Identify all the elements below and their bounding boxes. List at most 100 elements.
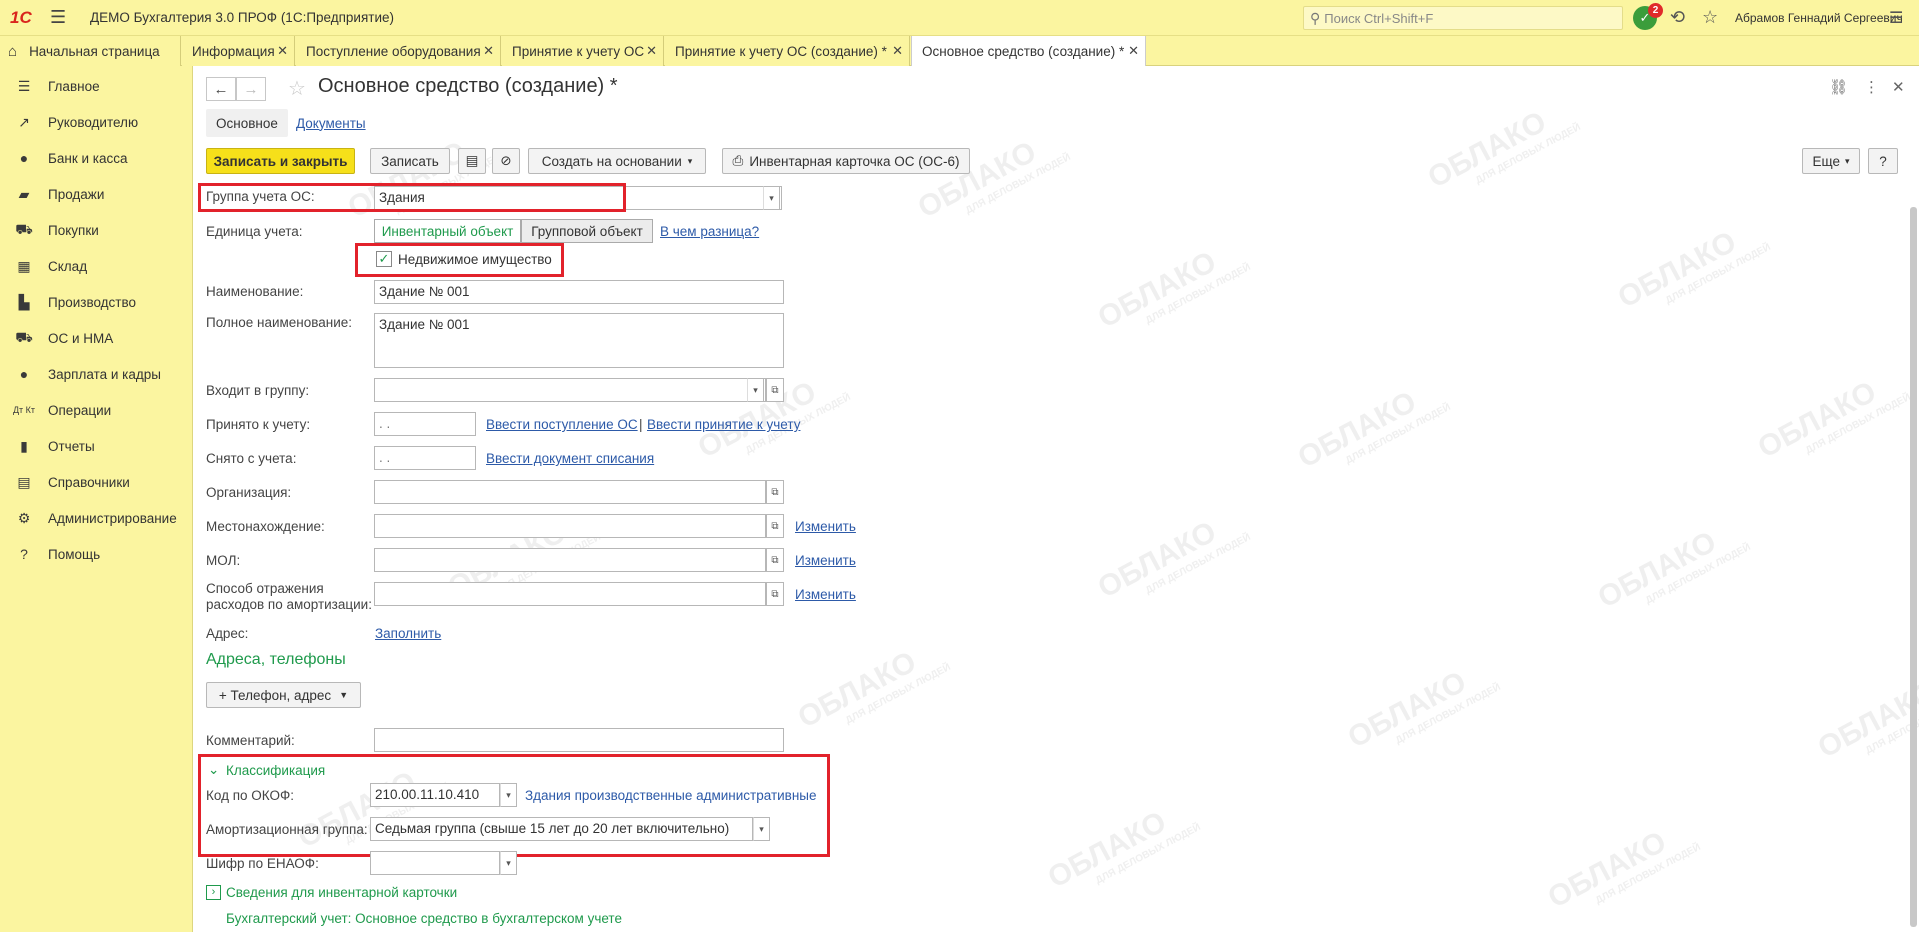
search-input[interactable]: ⚲ Поиск Ctrl+Shift+F — [1303, 6, 1623, 30]
sidebar-item-main[interactable]: ☰ Главное — [0, 71, 193, 101]
enaof-field[interactable] — [370, 851, 500, 875]
classification-title[interactable]: Классификация — [226, 763, 325, 778]
mol-field[interactable] — [374, 548, 766, 572]
close-icon[interactable]: ✕ — [1128, 43, 1139, 59]
close-icon[interactable]: ✕ — [277, 43, 288, 59]
enter-receipt-link[interactable]: Ввести поступление ОС — [486, 417, 638, 432]
close-form-icon[interactable]: ✕ — [1892, 78, 1905, 96]
sidebar-item-admin[interactable]: ⚙ Администрирование — [0, 503, 193, 533]
help-button[interactable]: ? — [1868, 148, 1898, 174]
forward-button[interactable]: → — [236, 77, 266, 101]
sidebar-item-os-nma[interactable]: ⛟ ОС и НМА — [0, 323, 193, 353]
menu-icon[interactable]: ☰ — [50, 7, 72, 28]
tab-fixed-asset-create[interactable]: Основное средство (создание) * ✕ — [911, 36, 1146, 67]
settings-menu-icon[interactable]: ☰ — [1889, 8, 1903, 28]
dropdown-arrow-icon[interactable]: ▾ — [500, 851, 517, 875]
open-icon[interactable]: ⧉ — [766, 548, 784, 572]
name-label: Наименование: — [206, 284, 304, 299]
open-icon[interactable]: ⧉ — [766, 378, 784, 402]
documents-link[interactable]: Документы — [296, 116, 366, 131]
tab-home[interactable]: ⌂ Начальная страница — [0, 36, 181, 66]
collapse-chevron-icon[interactable]: ⌄ — [208, 762, 219, 778]
expand-chevron-icon[interactable]: › — [206, 885, 221, 900]
sidebar-item-production[interactable]: ▙ Производство — [0, 287, 193, 317]
tab-equipment-receipt[interactable]: Поступление оборудования ✕ — [296, 36, 501, 66]
sidebar-item-operations[interactable]: Дт Кт Операции — [0, 395, 193, 425]
tab-os-acceptance[interactable]: Принятие к учету ОС ✕ — [502, 36, 664, 66]
sidebar-item-label: Склад — [48, 258, 88, 274]
history-icon[interactable]: ⟲ — [1670, 7, 1685, 28]
accounting-link[interactable]: Бухгалтерский учет: Основное средство в … — [226, 911, 622, 926]
dropdown-arrow-icon[interactable]: ▾ — [500, 783, 517, 807]
os-group-field[interactable]: Здания — [374, 186, 782, 210]
amortization-method-field[interactable] — [374, 582, 766, 606]
subtab-main[interactable]: Основное — [206, 109, 288, 137]
accepted-date-field[interactable]: . . — [374, 412, 476, 436]
back-button[interactable]: ← — [206, 77, 236, 101]
sidebar-item-warehouse[interactable]: ▦ Склад — [0, 251, 193, 281]
enter-acceptance-link[interactable]: Ввести принятие к учету — [647, 417, 800, 432]
unit-inventory-option[interactable]: Инвентарный объект — [374, 219, 521, 243]
favorites-icon[interactable]: ☆ — [1702, 7, 1718, 28]
okof-description-link[interactable]: Здания производственные административные — [525, 788, 817, 803]
enter-writeoff-link[interactable]: Ввести документ списания — [486, 451, 654, 466]
sidebar-item-manager[interactable]: ↗ Руководителю — [0, 107, 193, 137]
attachment-button[interactable]: ⊘ — [492, 148, 520, 174]
subtab-documents[interactable]: Документы — [296, 109, 366, 137]
favorite-star-icon[interactable]: ☆ — [288, 76, 306, 101]
sidebar-item-purchases[interactable]: ⛟ Покупки — [0, 215, 193, 245]
amortization-method-label-2: расходов по амортизации: — [206, 597, 372, 612]
unit-group-option[interactable]: Групповой объект — [521, 219, 653, 243]
notifications-badge: 2 — [1648, 3, 1663, 18]
more-button[interactable]: Еще ▾ — [1802, 148, 1860, 174]
dropdown-arrow-icon[interactable]: ▾ — [753, 817, 770, 841]
full-name-label: Полное наименование: — [206, 315, 353, 330]
top-bar: 1С ☰ ДЕМО Бухгалтерия 3.0 ПРОФ (1С:Предп… — [0, 0, 1919, 36]
full-name-field[interactable]: Здание № 001 — [374, 313, 784, 368]
sidebar-item-sales[interactable]: ▰ Продажи — [0, 179, 193, 209]
sidebar-item-salary[interactable]: ● Зарплата и кадры — [0, 359, 193, 389]
vertical-scrollbar[interactable] — [1910, 207, 1917, 927]
sidebar-item-directories[interactable]: ▤ Справочники — [0, 467, 193, 497]
sidebar-item-bank[interactable]: ● Банк и касса — [0, 143, 193, 173]
add-phone-address-button[interactable]: + Телефон, адрес ▼ — [206, 682, 361, 708]
close-icon[interactable]: ✕ — [483, 43, 494, 59]
document-list-button[interactable]: ▤ — [458, 148, 486, 174]
parent-group-field[interactable] — [374, 378, 766, 402]
link-icon[interactable]: ⛓ — [1829, 78, 1848, 96]
location-change-link[interactable]: Изменить — [795, 519, 856, 534]
realty-checkbox[interactable]: ✓ — [376, 251, 392, 267]
dropdown-arrow-icon[interactable]: ▾ — [763, 186, 780, 210]
open-icon[interactable]: ⧉ — [766, 582, 784, 606]
close-icon[interactable]: ✕ — [646, 43, 657, 59]
close-icon[interactable]: ✕ — [892, 43, 903, 59]
save-button[interactable]: Записать — [370, 148, 450, 174]
inventory-card-button[interactable]: ⎙ Инвентарная карточка ОС (ОС-6) — [722, 148, 970, 174]
okof-field[interactable]: 210.00.11.10.410 — [370, 783, 500, 807]
more-vertical-icon[interactable]: ⋮ — [1864, 78, 1879, 96]
location-field[interactable] — [374, 514, 766, 538]
tab-os-acceptance-create[interactable]: Принятие к учету ОС (создание) * ✕ — [665, 36, 910, 66]
amortization-change-link[interactable]: Изменить — [795, 587, 856, 602]
user-name[interactable]: Абрамов Геннадий Сергеевич — [1735, 11, 1903, 25]
address-fill-link[interactable]: Заполнить — [375, 626, 441, 641]
button-label: Инвентарная карточка ОС (ОС-6) — [749, 153, 960, 169]
sidebar-item-help[interactable]: ? Помощь — [0, 539, 193, 569]
organization-field[interactable] — [374, 480, 766, 504]
removed-date-field[interactable]: . . — [374, 446, 476, 470]
tab-info[interactable]: Информация ✕ — [182, 36, 295, 66]
mol-change-link[interactable]: Изменить — [795, 553, 856, 568]
save-and-close-button[interactable]: Записать и закрыть — [206, 148, 355, 174]
comment-field[interactable] — [374, 728, 784, 752]
name-field[interactable]: Здание № 001 — [374, 280, 784, 304]
unit-difference-link[interactable]: В чем разница? — [660, 224, 759, 239]
open-icon[interactable]: ⧉ — [766, 480, 784, 504]
sidebar-item-reports[interactable]: ▮ Отчеты — [0, 431, 193, 461]
sidebar-item-label: Руководителю — [48, 114, 139, 130]
inventory-card-section-title[interactable]: Сведения для инвентарной карточки — [226, 885, 457, 900]
watermark: ОБЛАКОДЛЯ ДЕЛОВЫХ ЛЮДЕЙ — [1292, 385, 1453, 475]
dropdown-arrow-icon[interactable]: ▾ — [747, 378, 764, 402]
amort-group-field[interactable]: Седьмая группа (свыше 15 лет до 20 лет в… — [370, 817, 753, 841]
open-icon[interactable]: ⧉ — [766, 514, 784, 538]
create-based-on-button[interactable]: Создать на основании ▾ — [528, 148, 706, 174]
